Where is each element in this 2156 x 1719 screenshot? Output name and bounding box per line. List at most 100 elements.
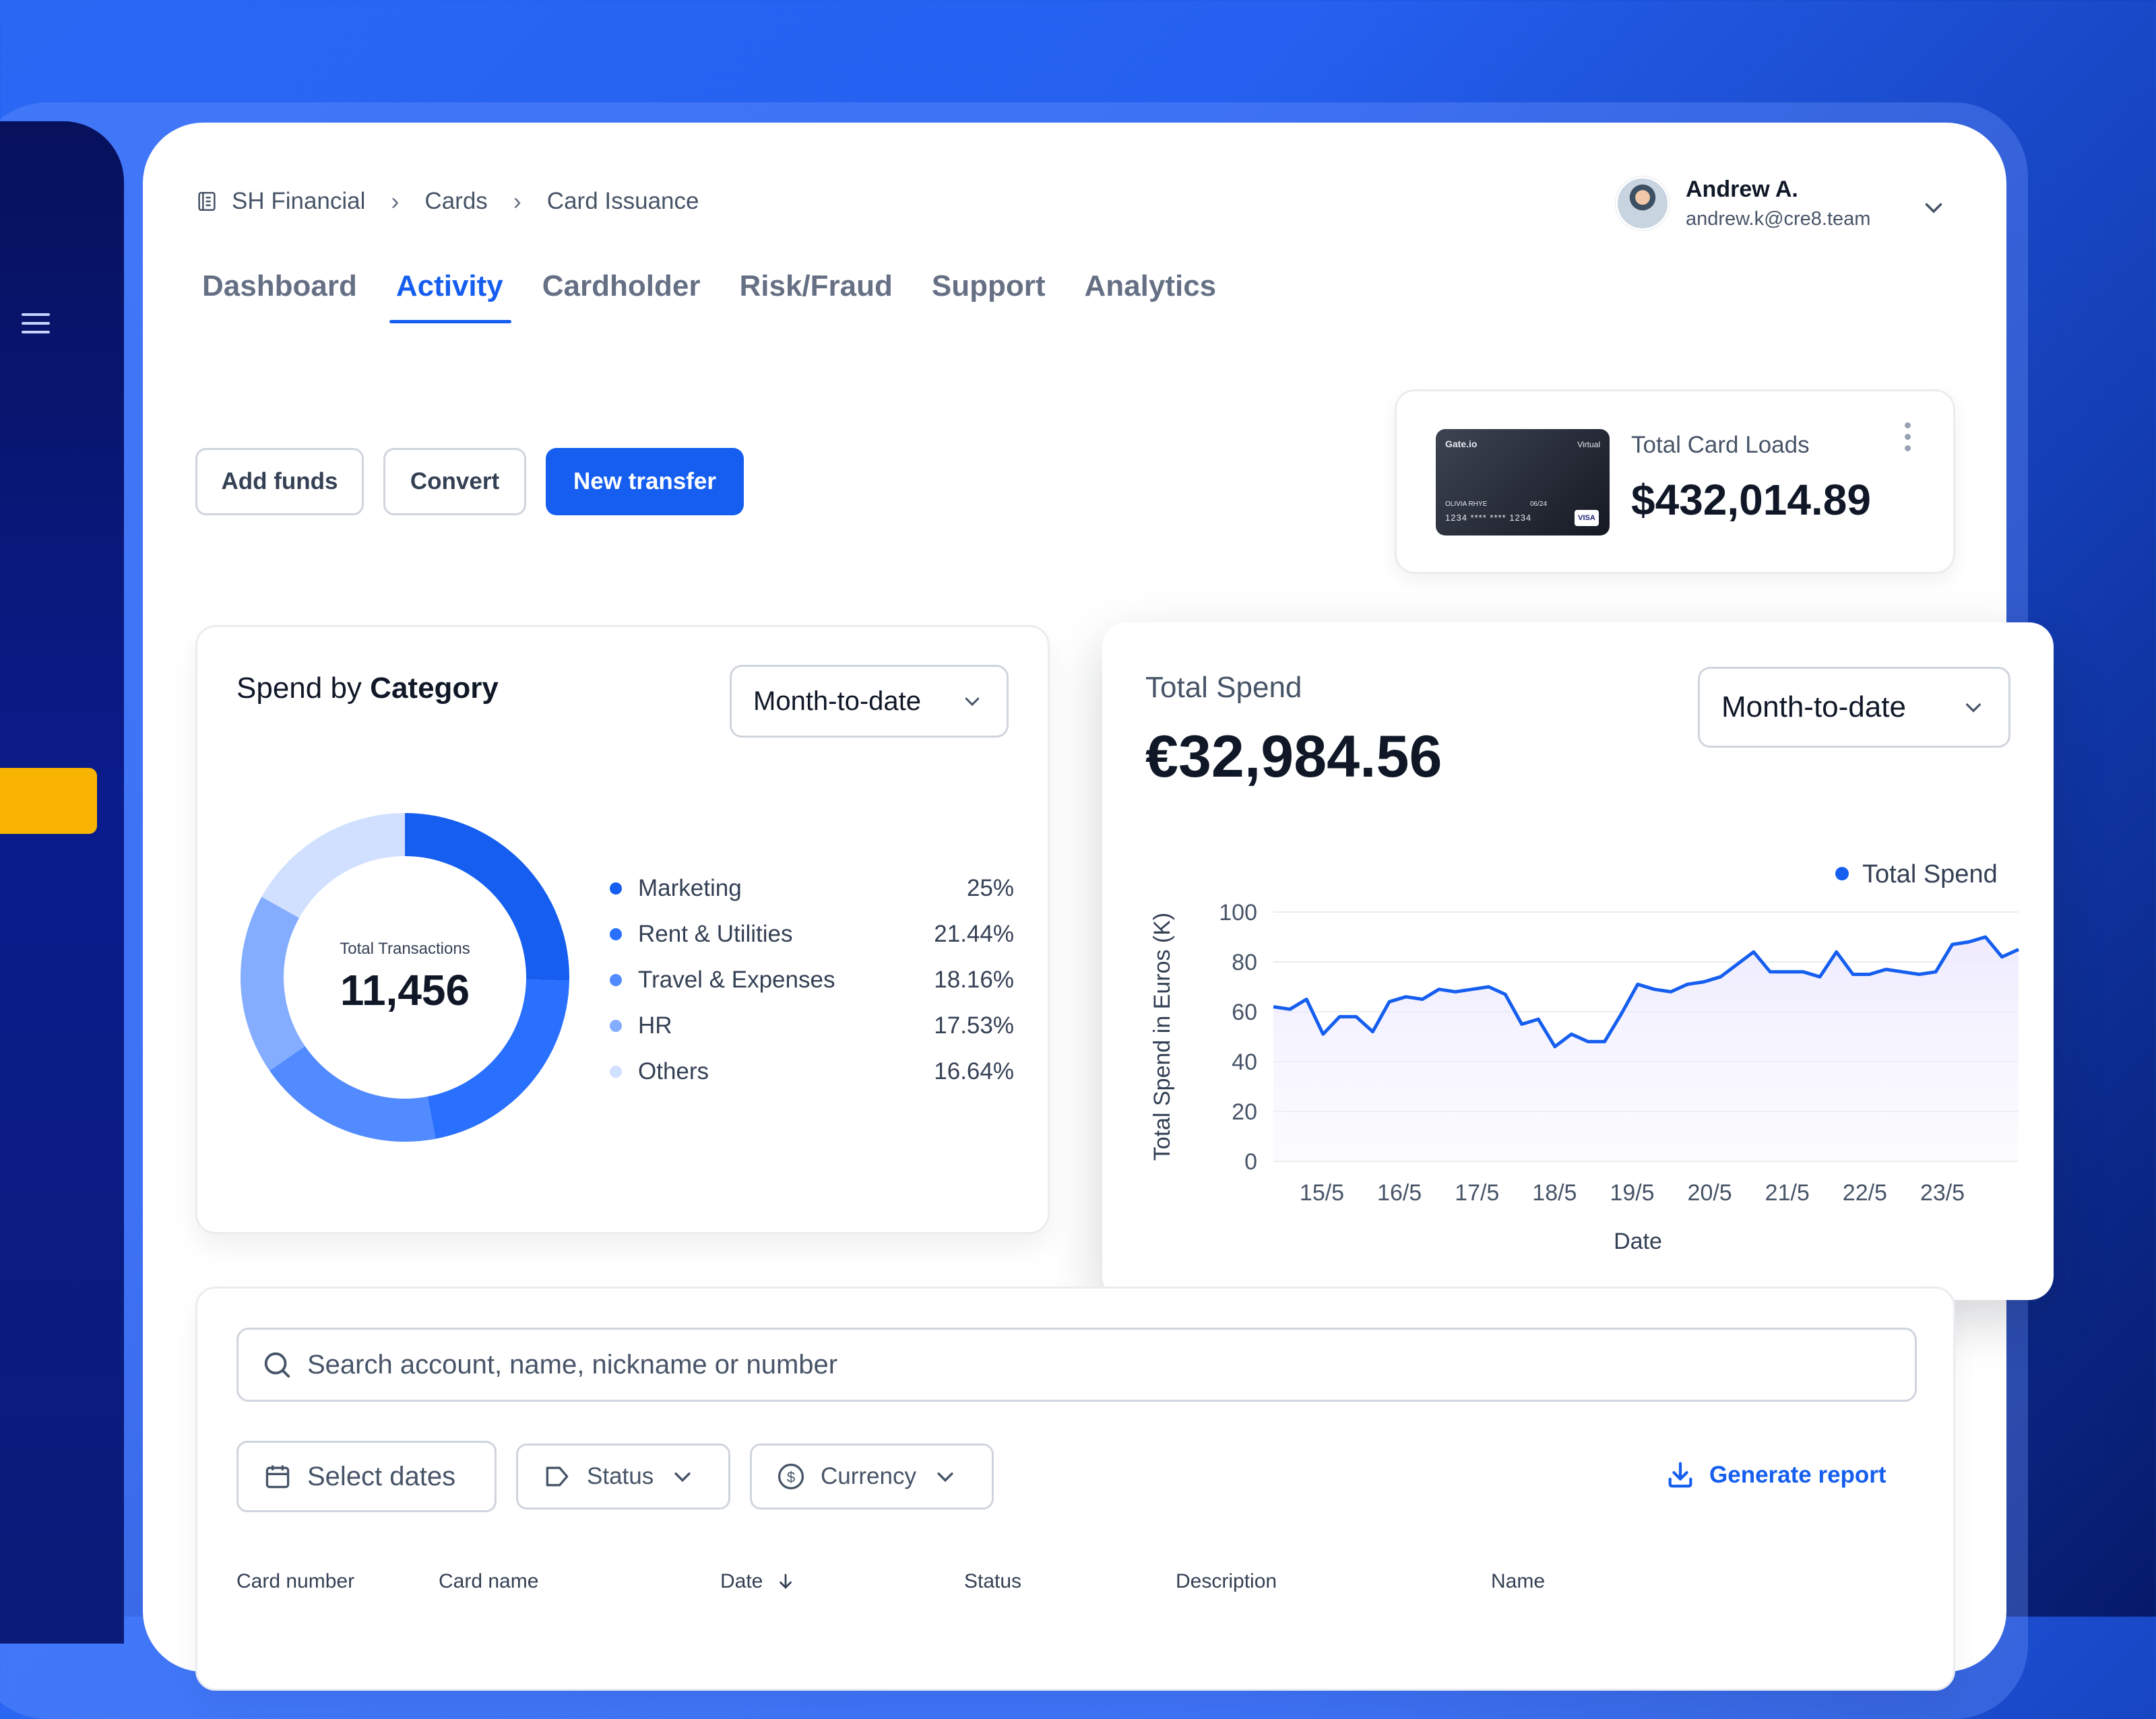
column-header-name[interactable]: Name bbox=[1491, 1570, 1545, 1593]
donut-center-label: Total Transactions bbox=[340, 940, 470, 958]
spend-by-category-card: Spend by Category Month-to-date Total Tr… bbox=[195, 625, 1050, 1234]
legend-item: Marketing 25% bbox=[610, 866, 1014, 911]
status-filter-label: Status bbox=[587, 1463, 654, 1489]
y-tick-label: 80 bbox=[1232, 950, 1257, 975]
generate-report-button[interactable]: Generate report bbox=[1665, 1460, 1886, 1491]
status-filter[interactable]: Status bbox=[516, 1444, 730, 1510]
breadcrumb-item[interactable]: Card Issuance bbox=[547, 188, 699, 215]
user-menu[interactable]: Andrew A. andrew.k@cre8.team bbox=[1616, 176, 1870, 230]
legend-value: 18.16% bbox=[934, 967, 1014, 993]
total-card-loads-card: Gate.io Virtual OLIVIA RHYE 06/24 1234 *… bbox=[1395, 389, 1955, 574]
x-tick-label: 19/5 bbox=[1610, 1180, 1654, 1206]
period-select[interactable]: Month-to-date bbox=[730, 665, 1009, 738]
tab-cardholder[interactable]: Cardholder bbox=[542, 269, 701, 323]
legend-label: Marketing bbox=[638, 875, 742, 901]
dollar-circle-icon: $ bbox=[778, 1463, 804, 1490]
x-tick-label: 20/5 bbox=[1688, 1180, 1732, 1206]
x-tick-label: 23/5 bbox=[1920, 1180, 1965, 1206]
user-name: Andrew A. bbox=[1686, 176, 1798, 202]
total-spend-card: Total Spend €32,984.56 Month-to-date 0 20… bbox=[1102, 622, 2054, 1300]
x-tick-label: 17/5 bbox=[1455, 1180, 1499, 1206]
chevron-right-icon: › bbox=[513, 187, 521, 215]
tab-analytics[interactable]: Analytics bbox=[1085, 269, 1217, 323]
y-tick-label: 20 bbox=[1232, 1099, 1257, 1125]
period-select-value: Month-to-date bbox=[753, 686, 922, 716]
breadcrumb: SH Financial › Cards › Card Issuance bbox=[195, 187, 699, 216]
donut-center-value: 11,456 bbox=[340, 966, 470, 1014]
avatar bbox=[1616, 176, 1670, 230]
donut-legend: Marketing 25% Rent & Utilities 21.44% Travel… bbox=[610, 866, 1014, 1095]
tab-risk-fraud[interactable]: Risk/Fraud bbox=[739, 269, 892, 323]
visa-logo: VISA bbox=[1575, 510, 1599, 526]
legend-label: Others bbox=[638, 1058, 709, 1084]
new-transfer-button[interactable]: New transfer bbox=[546, 448, 744, 515]
card-brand: Gate.io bbox=[1445, 439, 1478, 449]
x-tick-label: 16/5 bbox=[1377, 1180, 1422, 1206]
chevron-right-icon: › bbox=[391, 187, 400, 215]
chevron-down-icon bbox=[937, 1472, 953, 1483]
column-header-status[interactable]: Status bbox=[964, 1570, 1021, 1593]
x-axis-label: Date bbox=[1614, 1229, 1662, 1254]
generate-report-label: Generate report bbox=[1709, 1462, 1886, 1488]
building-icon bbox=[198, 191, 216, 212]
search-placeholder: Search account, name, nickname or number bbox=[307, 1349, 838, 1380]
user-email: andrew.k@cre8.team bbox=[1686, 208, 1871, 230]
column-header-description[interactable]: Description bbox=[1176, 1570, 1277, 1593]
tab-activity[interactable]: Activity bbox=[389, 269, 511, 323]
x-tick-label: 22/5 bbox=[1843, 1180, 1887, 1206]
legend-dot bbox=[1835, 867, 1849, 880]
select-dates-label: Select dates bbox=[307, 1461, 456, 1491]
column-header-date[interactable]: Date bbox=[720, 1570, 796, 1593]
y-tick-label: 100 bbox=[1219, 900, 1257, 926]
title-bold: Category bbox=[370, 672, 499, 705]
legend-value: 25% bbox=[966, 875, 1014, 901]
chevron-down-icon bbox=[674, 1472, 691, 1483]
title-prefix: Spend by bbox=[236, 672, 362, 705]
card-title: Spend by Category bbox=[236, 672, 499, 705]
download-icon bbox=[1668, 1462, 1692, 1488]
more-options-icon[interactable] bbox=[1901, 422, 1914, 456]
legend-label: Rent & Utilities bbox=[638, 921, 793, 947]
tab-bar: Dashboard Activity Cardholder Risk/Fraud… bbox=[202, 269, 1216, 323]
legend-value: 16.64% bbox=[934, 1058, 1014, 1084]
arrow-down-icon bbox=[779, 1574, 792, 1589]
donut-chart: Total Transactions 11,456 bbox=[236, 809, 573, 1146]
legend-dot bbox=[610, 928, 622, 940]
legend-item: Travel & Expenses 18.16% bbox=[610, 957, 1014, 1003]
legend-dot bbox=[610, 1066, 622, 1078]
legend-label: HR bbox=[638, 1012, 672, 1039]
hamburger-menu-icon[interactable] bbox=[22, 313, 50, 336]
chevron-down-icon[interactable] bbox=[1922, 195, 1946, 220]
select-dates-button[interactable]: Select dates bbox=[236, 1441, 497, 1512]
tab-dashboard[interactable]: Dashboard bbox=[202, 269, 357, 323]
calendar-icon bbox=[265, 1465, 290, 1489]
card-loads-value: $432,014.89 bbox=[1631, 476, 1871, 524]
tab-support[interactable]: Support bbox=[932, 269, 1046, 323]
sidebar-active-item[interactable] bbox=[0, 768, 97, 834]
card-holder: OLIVIA RHYE bbox=[1445, 500, 1488, 508]
currency-filter-label: Currency bbox=[821, 1463, 916, 1489]
total-spend-chart: 0 20 40 60 80 100 15/5 16/5 17/5 18/5 19/5 20/5 21/5… bbox=[1149, 860, 2020, 1254]
breadcrumb-item[interactable]: Cards bbox=[424, 188, 487, 215]
y-tick-label: 40 bbox=[1232, 1049, 1257, 1075]
virtual-card-image: Gate.io Virtual OLIVIA RHYE 06/24 1234 *… bbox=[1436, 429, 1610, 536]
legend-value: 17.53% bbox=[934, 1012, 1014, 1039]
chevron-down-icon bbox=[965, 697, 980, 707]
column-header-card-number[interactable]: Card number bbox=[236, 1570, 354, 1593]
transactions-card: Search account, name, nickname or number… bbox=[195, 1287, 1955, 1691]
column-header-date-label: Date bbox=[720, 1570, 763, 1592]
currency-filter[interactable]: $ Currency bbox=[750, 1444, 994, 1510]
svg-text:$: $ bbox=[787, 1468, 795, 1485]
search-icon bbox=[264, 1352, 290, 1378]
x-tick-label: 18/5 bbox=[1532, 1180, 1577, 1206]
x-tick-label: 15/5 bbox=[1300, 1180, 1344, 1206]
search-input[interactable]: Search account, name, nickname or number bbox=[236, 1328, 1917, 1402]
tag-icon bbox=[546, 1466, 569, 1487]
add-funds-button[interactable]: Add funds bbox=[195, 448, 364, 515]
convert-button[interactable]: Convert bbox=[383, 448, 526, 515]
breadcrumb-item[interactable]: SH Financial bbox=[232, 188, 365, 215]
legend-value: 21.44% bbox=[934, 921, 1014, 947]
column-header-card-name[interactable]: Card name bbox=[439, 1570, 538, 1593]
y-tick-label: 60 bbox=[1232, 1000, 1257, 1025]
sidebar bbox=[0, 121, 124, 1644]
